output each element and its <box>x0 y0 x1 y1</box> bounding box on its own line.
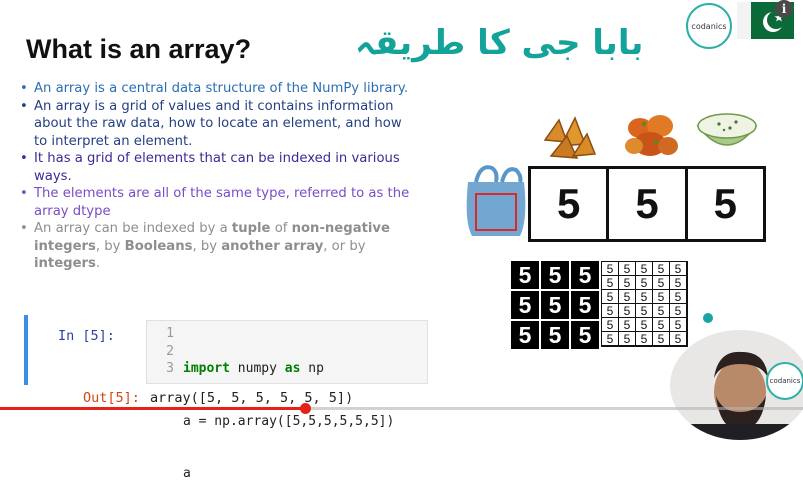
array-cell: 5 <box>684 166 766 242</box>
tensor-cell: 5 <box>601 317 619 332</box>
shopping-bag-icon <box>466 165 526 236</box>
matrix-illustration: 555555555 <box>511 261 599 349</box>
codanics-watermark: codanics <box>766 362 803 400</box>
matrix-cell: 5 <box>571 291 599 319</box>
array-cell: 5 <box>528 166 610 242</box>
matrix-cell: 5 <box>541 291 569 319</box>
array-illustration: 5 5 5 <box>528 166 766 242</box>
tensor-cell: 5 <box>652 289 670 304</box>
tensor-cell: 5 <box>652 275 670 290</box>
tensor-cell: 5 <box>601 303 619 318</box>
tensor-cell: 5 <box>669 317 687 332</box>
tensor-cell: 5 <box>669 289 687 304</box>
video-progress-bar[interactable] <box>0 407 306 410</box>
raita-bowl-icon <box>696 113 758 146</box>
tensor-cell: 5 <box>635 275 653 290</box>
tensor-cell: 5 <box>635 289 653 304</box>
urdu-heading: بابا جی کا طریقہ <box>355 23 644 63</box>
tensor-cell: 5 <box>618 303 636 318</box>
tensor-cell: 5 <box>601 275 619 290</box>
input-prompt: In [5]: <box>58 328 115 344</box>
bullet-list: • An array is a central data structure of… <box>18 80 413 273</box>
samosa-plate-icon <box>543 116 597 159</box>
tensor-cell: 5 <box>652 303 670 318</box>
pakora-icon <box>625 115 678 156</box>
codanics-logo[interactable]: codanics <box>686 3 732 49</box>
tensor-cell: 5 <box>635 317 653 332</box>
matrix-cell: 5 <box>511 321 539 349</box>
tensor-cell: 5 <box>669 261 687 276</box>
pointer-cursor <box>703 313 713 323</box>
array-cell: 5 <box>606 166 688 242</box>
matrix-cell: 5 <box>511 291 539 319</box>
info-icon[interactable]: i <box>775 0 793 18</box>
tensor-cell: 5 <box>669 303 687 318</box>
tensor-cell: 5 <box>618 317 636 332</box>
tensor-cell: 5 <box>601 289 619 304</box>
tensor-cell: 5 <box>652 331 670 346</box>
output-prompt: Out[5]: <box>83 390 140 406</box>
tensor-cell: 5 <box>618 289 636 304</box>
tensor-cell: 5 <box>635 331 653 346</box>
logo-text: codanics <box>691 21 727 31</box>
tensor-cell: 5 <box>601 261 619 276</box>
tensor-cell: 5 <box>652 261 670 276</box>
matrix-cell: 5 <box>511 261 539 289</box>
tensor-cell: 5 <box>669 275 687 290</box>
code-line-2: a = np.array([5,5,5,5,5,5]) <box>183 413 395 429</box>
cell-output: array([5, 5, 5, 5, 5, 5]) <box>150 390 354 406</box>
tensor-cell: 5 <box>618 331 636 346</box>
bullet-item: • An array can be indexed by a tuple of n… <box>20 221 390 271</box>
line-number-gutter: 1 2 3 <box>166 326 174 376</box>
matrix-cell: 5 <box>571 321 599 349</box>
matrix-cell: 5 <box>541 261 569 289</box>
tensor-cell: 5 <box>618 275 636 290</box>
bullet-item: • An array is a grid of values and it con… <box>20 98 402 149</box>
code-line-3: a <box>183 466 191 481</box>
bullet-item: • The elements are all of the same type, … <box>20 186 410 219</box>
matrix-cell: 5 <box>571 261 599 289</box>
slide-title: What is an array? <box>26 34 252 64</box>
tensor-cell: 5 <box>635 303 653 318</box>
code-line-1: import numpy as np <box>183 361 324 376</box>
tensor-illustration: 555555555555555555555555555555 <box>601 261 688 347</box>
tensor-cell: 5 <box>618 261 636 276</box>
tensor-cell: 5 <box>652 317 670 332</box>
bullet-item: • An array is a central data structure of… <box>20 81 409 96</box>
tensor-cell: 5 <box>601 331 619 346</box>
tensor-cell: 5 <box>635 261 653 276</box>
bullet-item: • It has a grid of elements that can be i… <box>20 151 400 184</box>
tensor-cell: 5 <box>669 331 687 346</box>
code-text[interactable]: import numpy as np a = np.array([5,5,5,5… <box>183 325 394 500</box>
matrix-cell: 5 <box>541 321 569 349</box>
